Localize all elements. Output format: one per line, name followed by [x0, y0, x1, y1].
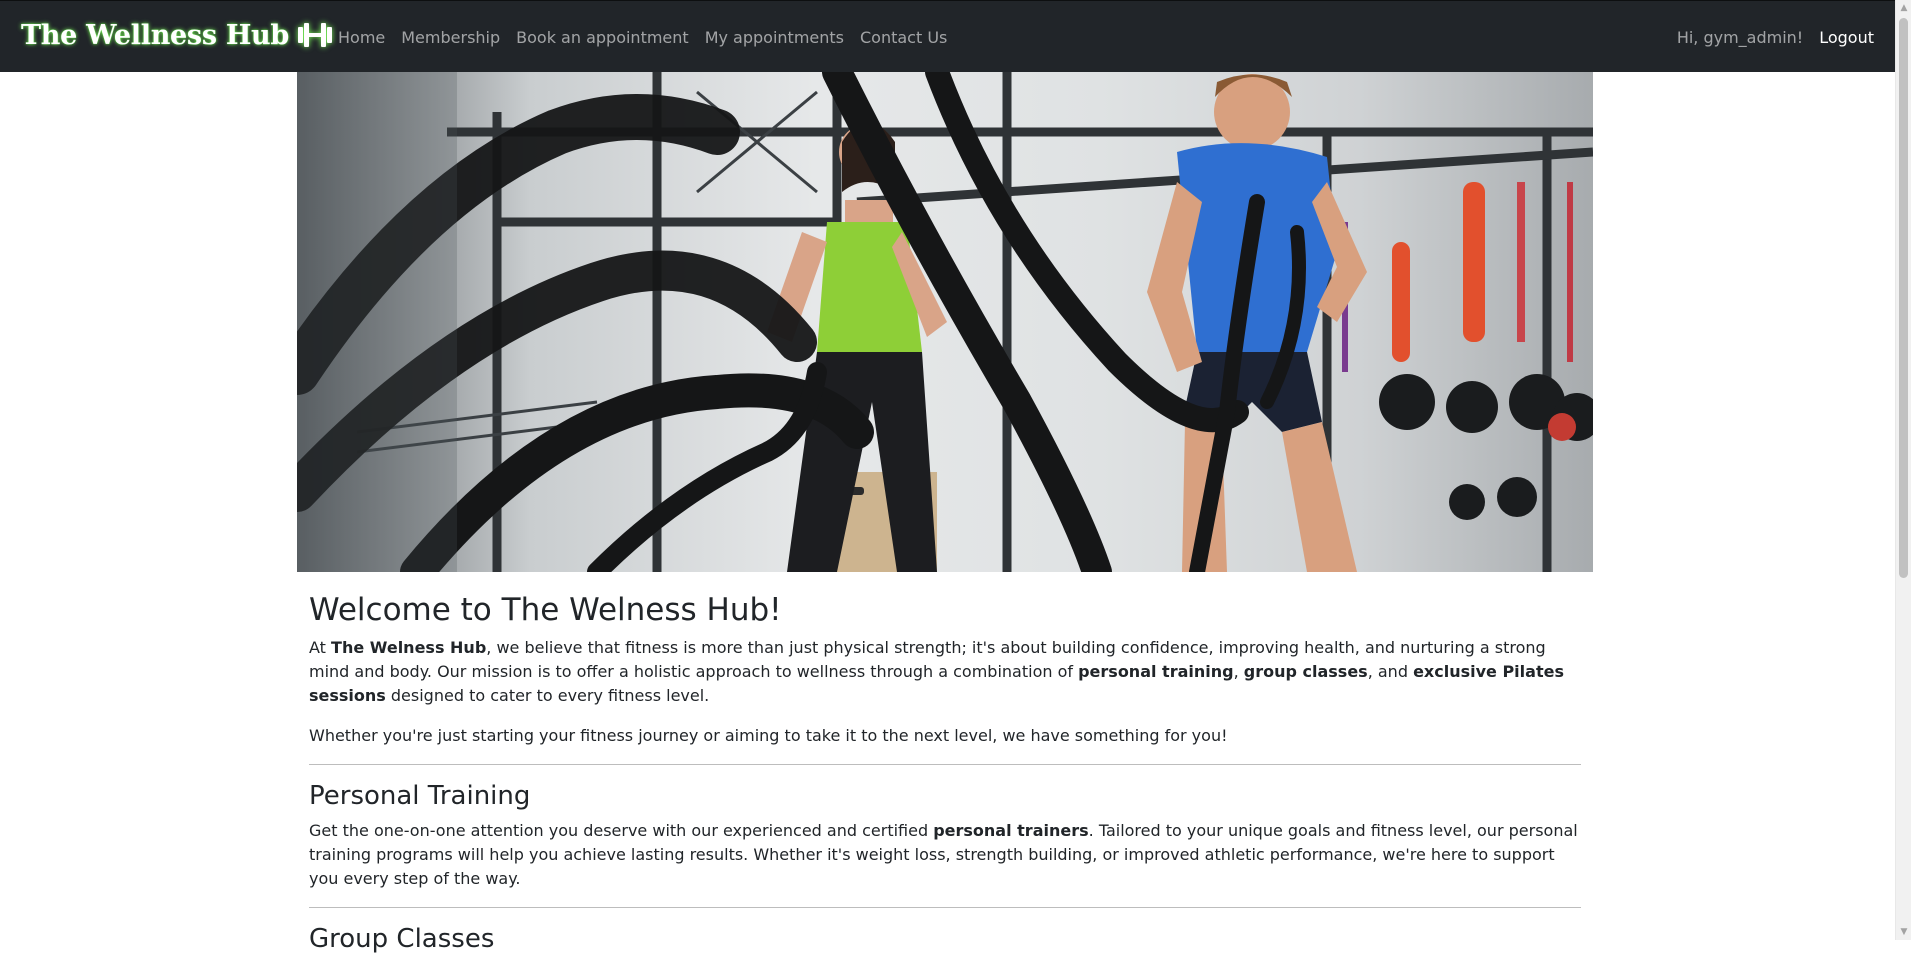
highlight-group-classes: group classes	[1243, 662, 1368, 681]
group-classes-title: Group Classes	[309, 924, 495, 954]
nav-membership[interactable]: Membership	[393, 27, 508, 49]
highlight-personal-training: personal training	[1078, 662, 1234, 681]
divider	[309, 764, 1581, 765]
nav-home[interactable]: Home	[330, 27, 393, 49]
scroll-down-arrow-icon[interactable]: ▼	[1896, 924, 1911, 940]
scroll-thumb[interactable]	[1899, 18, 1908, 578]
main-content: Welcome to The Welness Hub! At The Welne…	[309, 590, 1581, 956]
hero-image	[297, 72, 1593, 572]
personal-training-title: Personal Training	[309, 781, 531, 811]
navbar: The Wellness Hub Home Membership Book an…	[0, 0, 1895, 72]
personal-training-text: Get the one-on-one attention you deserve…	[309, 821, 1578, 888]
brand-mention: The Welness Hub	[331, 638, 487, 657]
scroll-up-arrow-icon[interactable]: ▲	[1896, 0, 1911, 16]
nav-my-appointments[interactable]: My appointments	[697, 27, 852, 49]
brand-name: The Wellness Hub	[21, 19, 289, 51]
nav-book-appointment[interactable]: Book an appointment	[508, 27, 697, 49]
gym-photo-illustration	[297, 72, 1593, 572]
welcome-intro: At The Welness Hub, we believe that fitn…	[309, 638, 1564, 705]
nav-user-area: Hi, gym_admin! Logout	[1669, 27, 1882, 49]
welcome-title: Welcome to The Welness Hub!	[309, 592, 782, 628]
brand-logo[interactable]: The Wellness Hub	[21, 15, 333, 55]
highlight-personal-trainers: personal trainers	[933, 821, 1089, 840]
logout-link[interactable]: Logout	[1811, 27, 1882, 49]
welcome-subtext: Whether you're just starting your fitnes…	[309, 726, 1228, 745]
page-scrollbar[interactable]: ▲ ▼	[1895, 0, 1911, 940]
user-greeting: Hi, gym_admin!	[1676, 28, 1804, 47]
dumbbell-icon	[297, 23, 332, 47]
divider	[309, 907, 1581, 908]
nav-contact-us[interactable]: Contact Us	[852, 27, 955, 49]
nav-links: Home Membership Book an appointment My a…	[330, 27, 955, 49]
